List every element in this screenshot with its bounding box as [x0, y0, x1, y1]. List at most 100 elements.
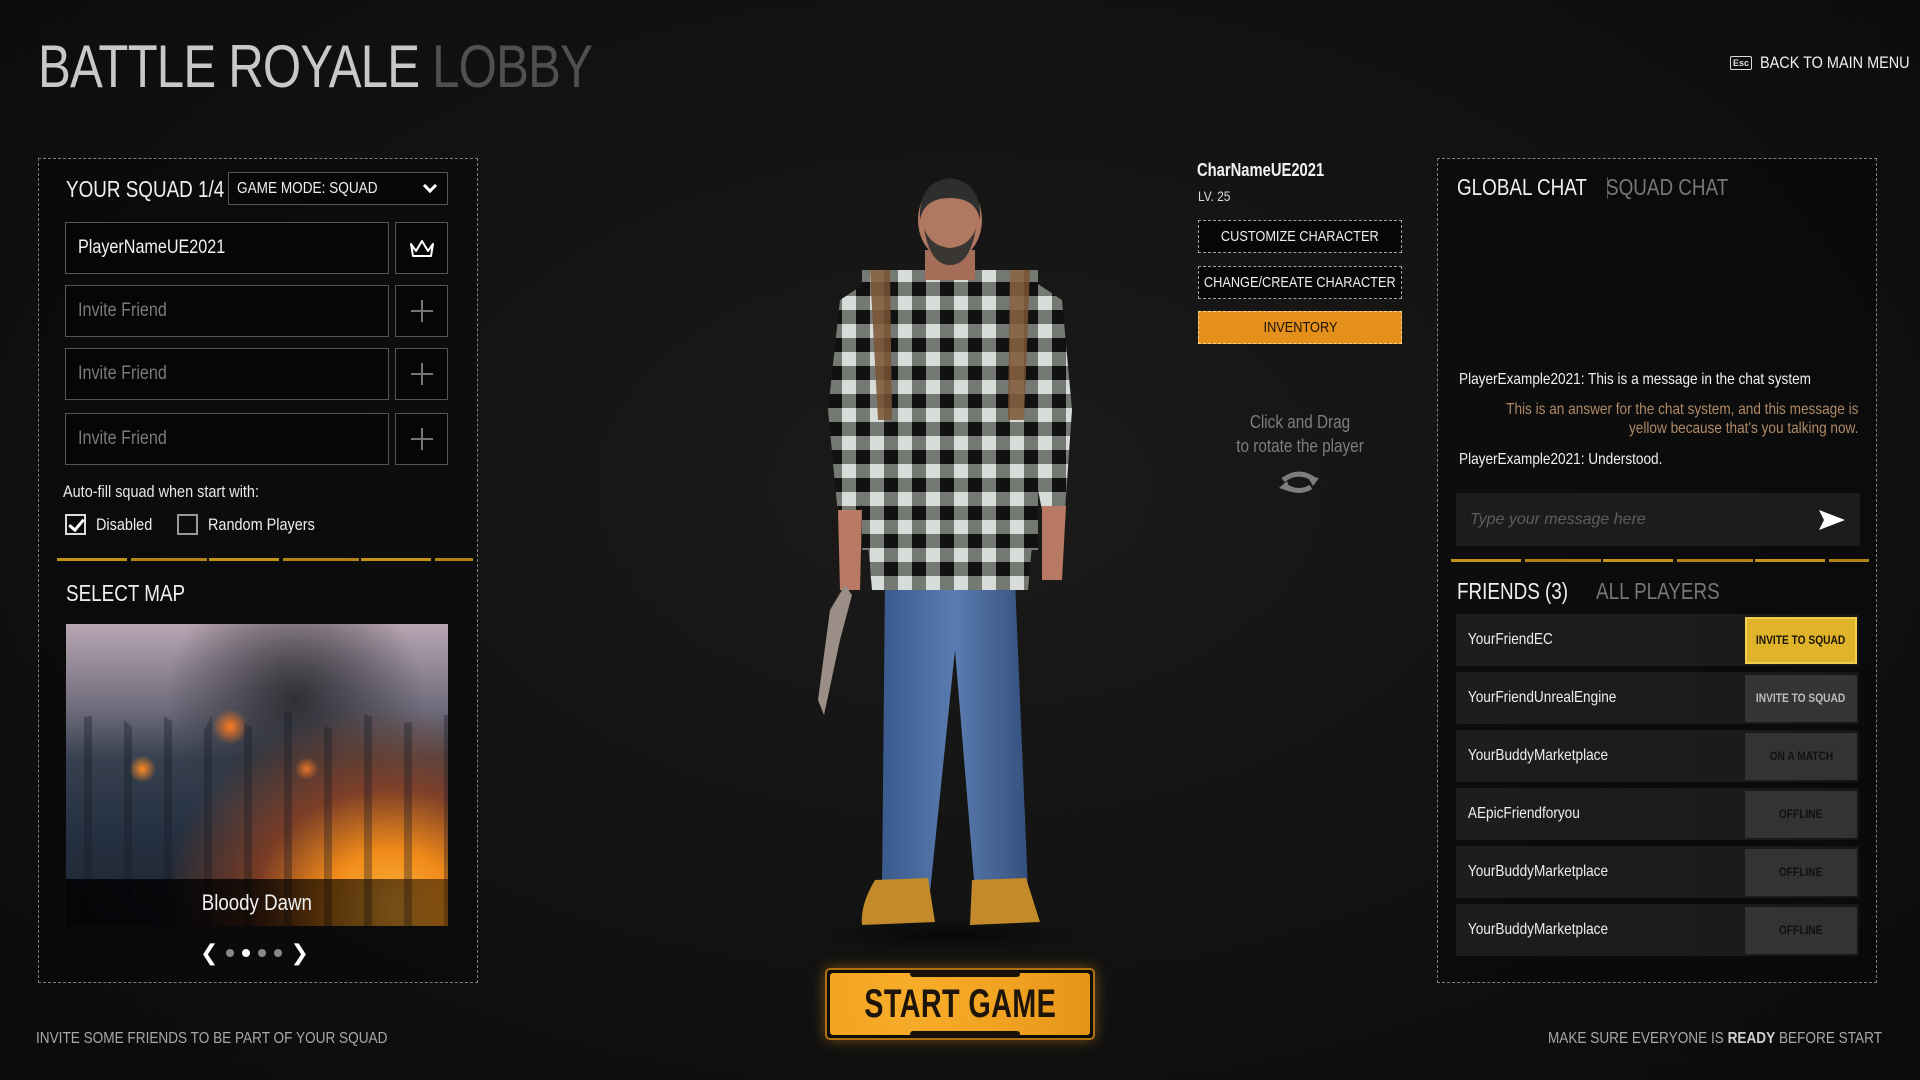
tab-squad-chat[interactable]: SQUAD CHAT	[1606, 174, 1728, 201]
status-label: OFFLINE	[1779, 807, 1823, 821]
invite-friend-placeholder: Invite Friend	[78, 428, 167, 449]
footer-text: BEFORE START	[1778, 1030, 1882, 1047]
squad-slot-1: PlayerNameUE2021	[65, 222, 389, 274]
game-mode-value: GAME MODE: SQUAD	[237, 179, 378, 197]
button-label: CUSTOMIZE CHARACTER	[1221, 228, 1379, 245]
friend-status-badge: ON A MATCH	[1745, 732, 1857, 780]
tab-friends[interactable]: FRIENDS (3)	[1457, 578, 1568, 605]
button-label: INVITE TO SQUAD	[1756, 691, 1846, 705]
chat-tabs: GLOBAL CHAT SQUAD CHAT	[1457, 174, 1756, 201]
squad-title: YOUR SQUAD 1/4	[66, 176, 225, 202]
chevron-down-icon	[422, 178, 438, 193]
friend-name: AEpicFriendforyou	[1467, 805, 1580, 822]
section-divider	[57, 558, 473, 561]
autofill-random-players-checkbox[interactable]: Random Players	[177, 514, 334, 535]
select-map-title: SELECT MAP	[66, 580, 186, 606]
plus-icon	[410, 363, 433, 385]
checkbox-unchecked-icon	[177, 514, 198, 535]
footer-emphasis: READY	[1727, 1030, 1776, 1047]
button-notch	[910, 1031, 1020, 1037]
status-label: OFFLINE	[1779, 865, 1823, 879]
friend-row: YourFriendEC INVITE TO SQUAD	[1456, 614, 1859, 666]
title-main: BATTLE ROYALE	[38, 33, 420, 100]
crown-icon	[409, 240, 434, 257]
squad-slot-4[interactable]: Invite Friend	[65, 413, 389, 465]
friend-row: YourFriendUnrealEngine INVITE TO SQUAD	[1456, 672, 1859, 724]
invite-to-squad-button[interactable]: INVITE TO SQUAD	[1745, 616, 1857, 664]
change-create-character-button[interactable]: CHANGE/CREATE CHARACTER	[1198, 266, 1402, 299]
squad-slot-player: PlayerNameUE2021	[78, 237, 226, 258]
game-mode-dropdown[interactable]: GAME MODE: SQUAD	[228, 172, 448, 205]
status-label: OFFLINE	[1779, 923, 1823, 937]
friend-status-badge: OFFLINE	[1745, 848, 1857, 896]
map-page-dot-1[interactable]	[226, 949, 235, 957]
invite-slot-3-button[interactable]	[395, 348, 448, 400]
map-carousel-nav: ❮ ❯	[200, 942, 309, 964]
friend-name: YourBuddyMarketplace	[1467, 747, 1609, 764]
start-game-label: START GAME	[864, 981, 1056, 1026]
rotate-hint: Click and Drag to rotate the player	[1200, 410, 1400, 458]
friend-name: YourFriendEC	[1467, 631, 1553, 648]
friend-name: YourBuddyMarketplace	[1467, 921, 1609, 938]
tab-all-players[interactable]: ALL PLAYERS	[1596, 578, 1720, 605]
inventory-button[interactable]: INVENTORY	[1198, 311, 1402, 344]
back-label: BACK TO MAIN MENU	[1760, 53, 1910, 72]
esc-key-icon: Esc	[1730, 56, 1753, 70]
map-name: Bloody Dawn	[201, 889, 313, 915]
chevron-left-icon[interactable]: ❮	[200, 942, 218, 964]
rotate-icon	[1279, 471, 1319, 493]
button-notch	[910, 971, 1020, 977]
friend-row: YourBuddyMarketplace OFFLINE	[1456, 904, 1859, 956]
autofill-label: Auto-fill squad when start with:	[63, 482, 259, 501]
friend-name: YourFriendUnrealEngine	[1467, 689, 1617, 706]
title-sub: LOBBY	[432, 33, 593, 100]
chat-input-box	[1456, 493, 1860, 546]
start-game-button[interactable]: START GAME	[825, 968, 1095, 1040]
chevron-right-icon[interactable]: ❯	[290, 942, 308, 964]
friend-status-badge: OFFLINE	[1745, 906, 1857, 954]
map-page-dot-2[interactable]	[242, 949, 251, 957]
chat-message-self: This is an answer for the chat system, a…	[1506, 400, 1858, 438]
character-level: LV. 25	[1198, 188, 1231, 204]
friends-tabs: FRIENDS (3) ALL PLAYERS	[1457, 578, 1747, 605]
squad-slot-2[interactable]: Invite Friend	[65, 285, 389, 337]
customize-character-button[interactable]: CUSTOMIZE CHARACTER	[1198, 220, 1402, 253]
chat-message-self-line2: yellow because that's you talking now.	[1628, 420, 1858, 437]
friend-name: YourBuddyMarketplace	[1467, 863, 1609, 880]
chat-message-self-line1: This is an answer for the chat system, a…	[1505, 401, 1858, 418]
status-label: ON A MATCH	[1769, 749, 1833, 763]
send-icon[interactable]	[1818, 508, 1846, 532]
character-model[interactable]	[800, 170, 1100, 950]
autofill-disabled-checkbox[interactable]: Disabled	[65, 514, 162, 535]
friend-status-badge: OFFLINE	[1745, 790, 1857, 838]
invite-friend-placeholder: Invite Friend	[78, 363, 167, 384]
checkbox-label: Random Players	[208, 514, 315, 534]
squad-slot-3[interactable]: Invite Friend	[65, 348, 389, 400]
invite-slot-4-button[interactable]	[395, 413, 448, 465]
button-label: INVENTORY	[1263, 319, 1337, 336]
chat-message: PlayerExample2021: This is a message in …	[1459, 371, 1812, 388]
checkbox-label: Disabled	[96, 514, 153, 534]
button-label: CHANGE/CREATE CHARACTER	[1204, 274, 1396, 291]
checkbox-checked-icon	[65, 514, 86, 535]
footer-text: MAKE SURE EVERYONE IS	[1547, 1030, 1724, 1047]
chat-message-input[interactable]	[1470, 510, 1800, 529]
tab-global-chat[interactable]: GLOBAL CHAT	[1457, 174, 1587, 201]
friend-row: YourBuddyMarketplace ON A MATCH	[1456, 730, 1859, 782]
map-page-dot-4[interactable]	[274, 949, 283, 957]
chat-message: PlayerExample2021: Understood.	[1459, 451, 1663, 468]
map-name-caption: Bloody Dawn	[66, 879, 448, 926]
section-divider	[1451, 559, 1869, 562]
footer-hint-left: INVITE SOME FRIENDS TO BE PART OF YOUR S…	[36, 1030, 388, 1047]
invite-to-squad-button[interactable]: INVITE TO SQUAD	[1745, 674, 1857, 722]
invite-friend-placeholder: Invite Friend	[78, 300, 167, 321]
map-page-dot-3[interactable]	[258, 949, 267, 957]
page-title: BATTLE ROYALE LOBBY	[38, 32, 593, 101]
invite-slot-2-button[interactable]	[395, 285, 448, 337]
character-name: CharNameUE2021	[1197, 160, 1325, 180]
friend-row: AEpicFriendforyou OFFLINE	[1456, 788, 1859, 840]
back-to-main-menu-button[interactable]: Esc BACK TO MAIN MENU	[1730, 53, 1920, 73]
button-label: INVITE TO SQUAD	[1756, 633, 1846, 647]
squad-leader-button[interactable]	[395, 222, 448, 274]
plus-icon	[410, 428, 433, 450]
